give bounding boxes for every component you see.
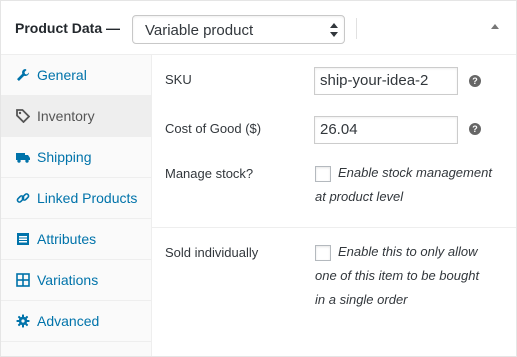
- tab-shipping-label: Shipping: [37, 149, 92, 165]
- tag-icon: [16, 109, 30, 123]
- sold-desc-line-3: in a single order: [315, 292, 408, 307]
- inventory-panel: SKU ship-your-idea-2 ? Cost of Good ($) …: [152, 55, 516, 356]
- tab-shipping[interactable]: Shipping: [1, 137, 152, 178]
- cost-of-good-label: Cost of Good ($): [165, 121, 262, 136]
- cost-of-good-value: 26.04: [320, 121, 358, 138]
- tab-advanced-label: Advanced: [37, 313, 100, 329]
- select-arrows-icon: [330, 23, 338, 37]
- sold-individually-label: Sold individually: [165, 245, 259, 260]
- manage-stock-desc-line-2: at product level: [315, 189, 404, 204]
- list-icon: [17, 233, 29, 245]
- tab-general[interactable]: General: [1, 55, 152, 96]
- manage-stock-description: Enable stock management at product level: [315, 161, 505, 209]
- sku-input-value: ship-your-idea-2: [320, 72, 429, 89]
- product-data-tabs: General Inventory Shipping Linked Produc…: [1, 55, 152, 356]
- tab-advanced[interactable]: Advanced: [1, 301, 152, 342]
- section-divider: [152, 227, 516, 228]
- product-type-value: Variable product: [145, 22, 254, 39]
- sku-input[interactable]: ship-your-idea-2: [314, 67, 458, 95]
- sold-individually-description: Enable this to only allow one of this it…: [315, 240, 505, 312]
- grid-icon: [16, 273, 30, 287]
- tab-linked-products[interactable]: Linked Products: [1, 178, 152, 219]
- sku-label: SKU: [165, 72, 192, 87]
- truck-icon: [16, 153, 30, 163]
- gear-icon: [16, 314, 30, 328]
- manage-stock-label: Manage stock?: [165, 166, 254, 181]
- header-separator: [356, 18, 357, 39]
- tab-linked-products-label: Linked Products: [37, 190, 138, 206]
- panel-header: Product Data — Variable product: [1, 1, 516, 55]
- sku-help-icon[interactable]: ?: [469, 75, 481, 87]
- panel-title-text: Product Data: [15, 20, 103, 36]
- collapse-arrow-icon[interactable]: [489, 21, 501, 33]
- tab-variations-label: Variations: [37, 272, 99, 288]
- panel-title: Product Data —: [15, 20, 120, 36]
- tab-inventory[interactable]: Inventory: [1, 96, 152, 137]
- title-dash: —: [106, 20, 121, 36]
- sold-desc-line-2: one of this item to be bought: [315, 268, 480, 283]
- cost-of-good-input[interactable]: 26.04: [314, 116, 458, 144]
- link-icon: [16, 193, 30, 203]
- product-type-select[interactable]: Variable product: [132, 15, 345, 44]
- manage-stock-desc-line-1: Enable stock management: [338, 165, 492, 180]
- tab-attributes-label: Attributes: [37, 231, 97, 247]
- wrench-icon: [17, 69, 29, 81]
- tab-general-label: General: [37, 67, 87, 83]
- product-data-panel: Product Data — Variable product General: [0, 0, 517, 357]
- cost-help-icon[interactable]: ?: [469, 123, 481, 135]
- tab-variations[interactable]: Variations: [1, 260, 152, 301]
- tab-attributes[interactable]: Attributes: [1, 219, 152, 260]
- sold-desc-line-1: Enable this to only allow: [338, 244, 478, 259]
- tab-inventory-label: Inventory: [37, 108, 95, 124]
